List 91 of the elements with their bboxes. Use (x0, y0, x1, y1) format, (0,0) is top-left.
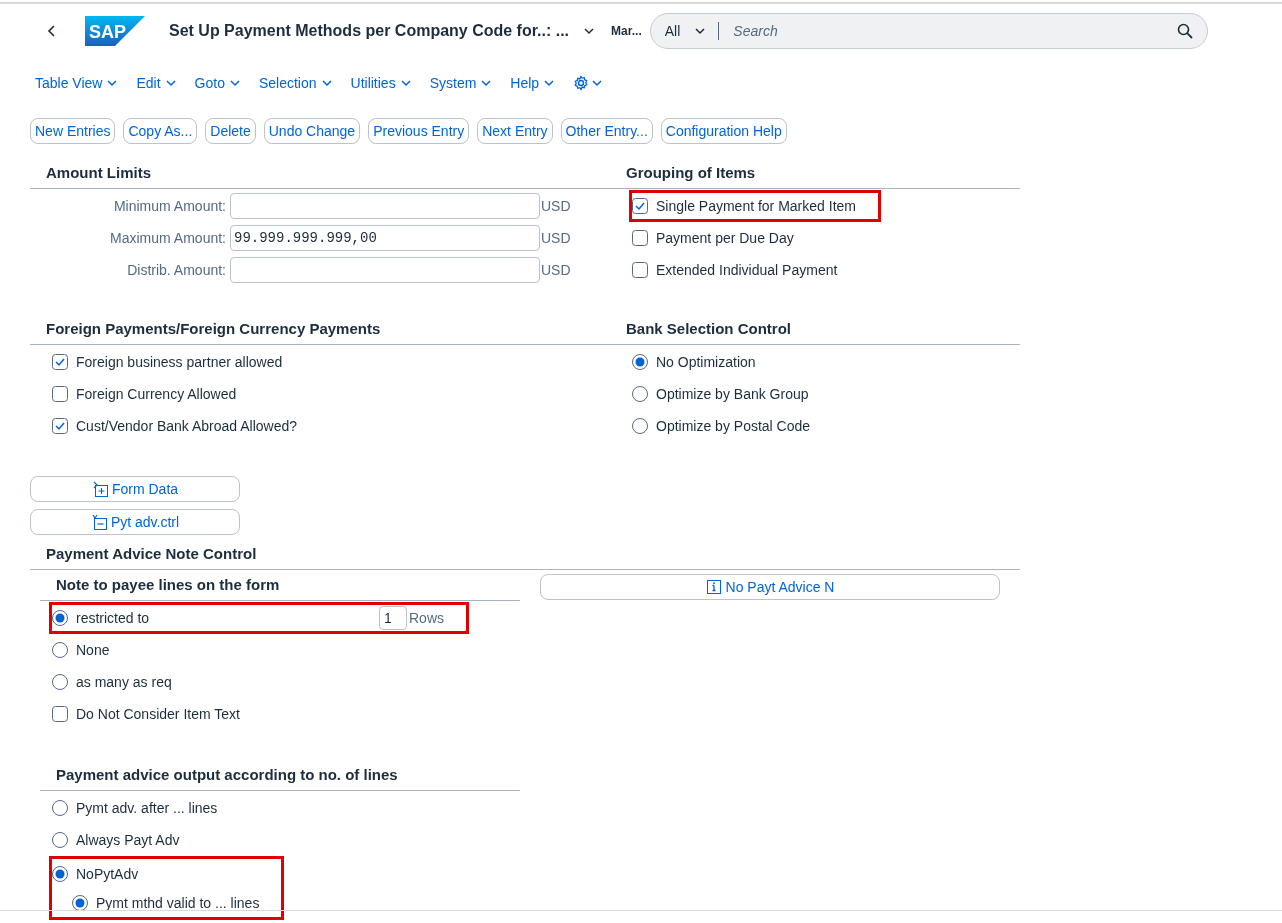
radio-button[interactable] (632, 386, 648, 402)
search-field[interactable]: All Search (649, 13, 1208, 49)
section-title: Payment advice output according to no. of lines (40, 760, 520, 791)
toolbar-button[interactable]: Undo Change (263, 118, 361, 144)
amount-field[interactable] (230, 257, 540, 283)
user-name[interactable]: Mar... (611, 24, 642, 38)
gear-icon (573, 75, 590, 91)
option-label: Single Payment for Marked Item (656, 198, 856, 214)
search-scope[interactable]: All (664, 23, 681, 39)
section-title: Payment Advice Note Control (30, 539, 1020, 570)
toolbar-button[interactable]: Configuration Help (660, 118, 787, 144)
chevron-down-icon (399, 77, 412, 89)
currency-label: USD (541, 230, 571, 246)
chevron-down-icon (228, 77, 241, 89)
chevron-down-icon (320, 77, 333, 89)
toolbar-button[interactable]: Delete (205, 118, 256, 144)
option-label: Payment per Due Day (656, 230, 794, 246)
radio-button[interactable] (52, 610, 68, 626)
search-icon[interactable] (1176, 23, 1193, 39)
menu-item[interactable]: Selection (258, 75, 333, 91)
radio-button[interactable] (52, 674, 68, 690)
chevron-down-icon (480, 77, 493, 89)
section-title: Amount Limits (30, 158, 610, 189)
menu-item[interactable]: Utilities (350, 75, 412, 91)
minus-frame-icon (90, 514, 107, 530)
settings-menu[interactable] (573, 75, 604, 91)
option-label: restricted to (76, 610, 151, 626)
currency-label: USD (541, 198, 571, 214)
field-label: Distrib. Amount: (126, 262, 227, 278)
menu-item[interactable]: System (429, 75, 493, 91)
chevron-down-icon (591, 77, 604, 89)
radio-button[interactable] (632, 354, 648, 370)
detail-button[interactable]: Form Data (30, 476, 240, 502)
radio-button[interactable] (52, 832, 68, 848)
checkbox[interactable] (632, 262, 648, 278)
checkbox[interactable] (632, 230, 648, 246)
unit-label: Rows (409, 610, 444, 626)
option-label: as many as req (76, 674, 172, 690)
menu-item[interactable]: Edit (136, 75, 177, 91)
toolbar-button[interactable]: Other Entry... (560, 118, 653, 144)
radio-button[interactable] (52, 865, 68, 882)
menu-item[interactable]: Table View (35, 75, 119, 91)
option-label: Do Not Consider Item Text (76, 706, 240, 722)
option-label: Foreign Currency Allowed (76, 386, 237, 402)
section-title: Foreign Payments/Foreign Currency Payments (30, 314, 610, 345)
radio-button[interactable] (72, 894, 88, 911)
option-label: Pymt mthd valid to ... lines (96, 894, 260, 911)
section-title: Bank Selection Control (610, 314, 1020, 345)
option-label: No Optimization (656, 354, 756, 370)
option-label: Pymt adv. after ... lines (76, 800, 218, 816)
option-label: None (76, 642, 110, 658)
page-title: Set Up Payment Methods per Company Code for..: ... (169, 22, 570, 40)
chevron-down-icon (106, 77, 119, 89)
toolbar-button[interactable]: Copy As... (123, 118, 198, 144)
option-label: Cust/Vendor Bank Abroad Allowed? (76, 418, 298, 434)
field-label: Maximum Amount: (109, 230, 227, 246)
toolbar-button[interactable]: Previous Entry (368, 118, 470, 144)
option-label: Optimize by Postal Code (656, 418, 811, 434)
option-label: Foreign business partner allowed (76, 354, 283, 370)
checkbox[interactable] (632, 198, 648, 214)
info-button[interactable]: No Payt Advice N (540, 574, 1000, 600)
checkbox[interactable] (52, 706, 68, 722)
chevron-down-icon[interactable] (694, 25, 707, 37)
menu-item[interactable]: Help (510, 75, 556, 91)
radio-button[interactable] (632, 418, 648, 434)
amount-field[interactable] (230, 193, 540, 219)
checkbox[interactable] (52, 354, 68, 370)
option-label: Always Payt Adv (76, 832, 180, 848)
chevron-down-icon (543, 77, 556, 89)
toolbar-button[interactable]: New Entries (30, 118, 116, 144)
currency-label: USD (541, 262, 571, 278)
add-frame-icon (91, 481, 108, 497)
detail-button[interactable]: Pyt adv.ctrl (30, 509, 240, 535)
chevron-down-icon[interactable] (583, 25, 596, 37)
info-icon (705, 579, 722, 595)
option-label: Optimize by Bank Group (656, 386, 809, 402)
menu-item[interactable]: Goto (194, 75, 241, 91)
rows-field[interactable]: 1 (379, 606, 407, 630)
section-title: Note to payee lines on the form (40, 570, 520, 601)
option-label: Extended Individual Payment (656, 262, 838, 278)
option-label: NoPytAdv (76, 865, 139, 882)
radio-button[interactable] (52, 642, 68, 658)
checkbox[interactable] (52, 418, 68, 434)
sap-logo[interactable]: SAP (85, 16, 145, 46)
chevron-down-icon (164, 77, 177, 89)
toolbar-button[interactable]: Next Entry (477, 118, 553, 144)
section-title: Grouping of Items (610, 158, 1020, 189)
radio-button[interactable] (52, 800, 68, 816)
field-label: Minimum Amount: (112, 198, 227, 214)
checkbox[interactable] (52, 386, 68, 402)
amount-field[interactable]: 99.999.999.999,00 (230, 225, 540, 251)
